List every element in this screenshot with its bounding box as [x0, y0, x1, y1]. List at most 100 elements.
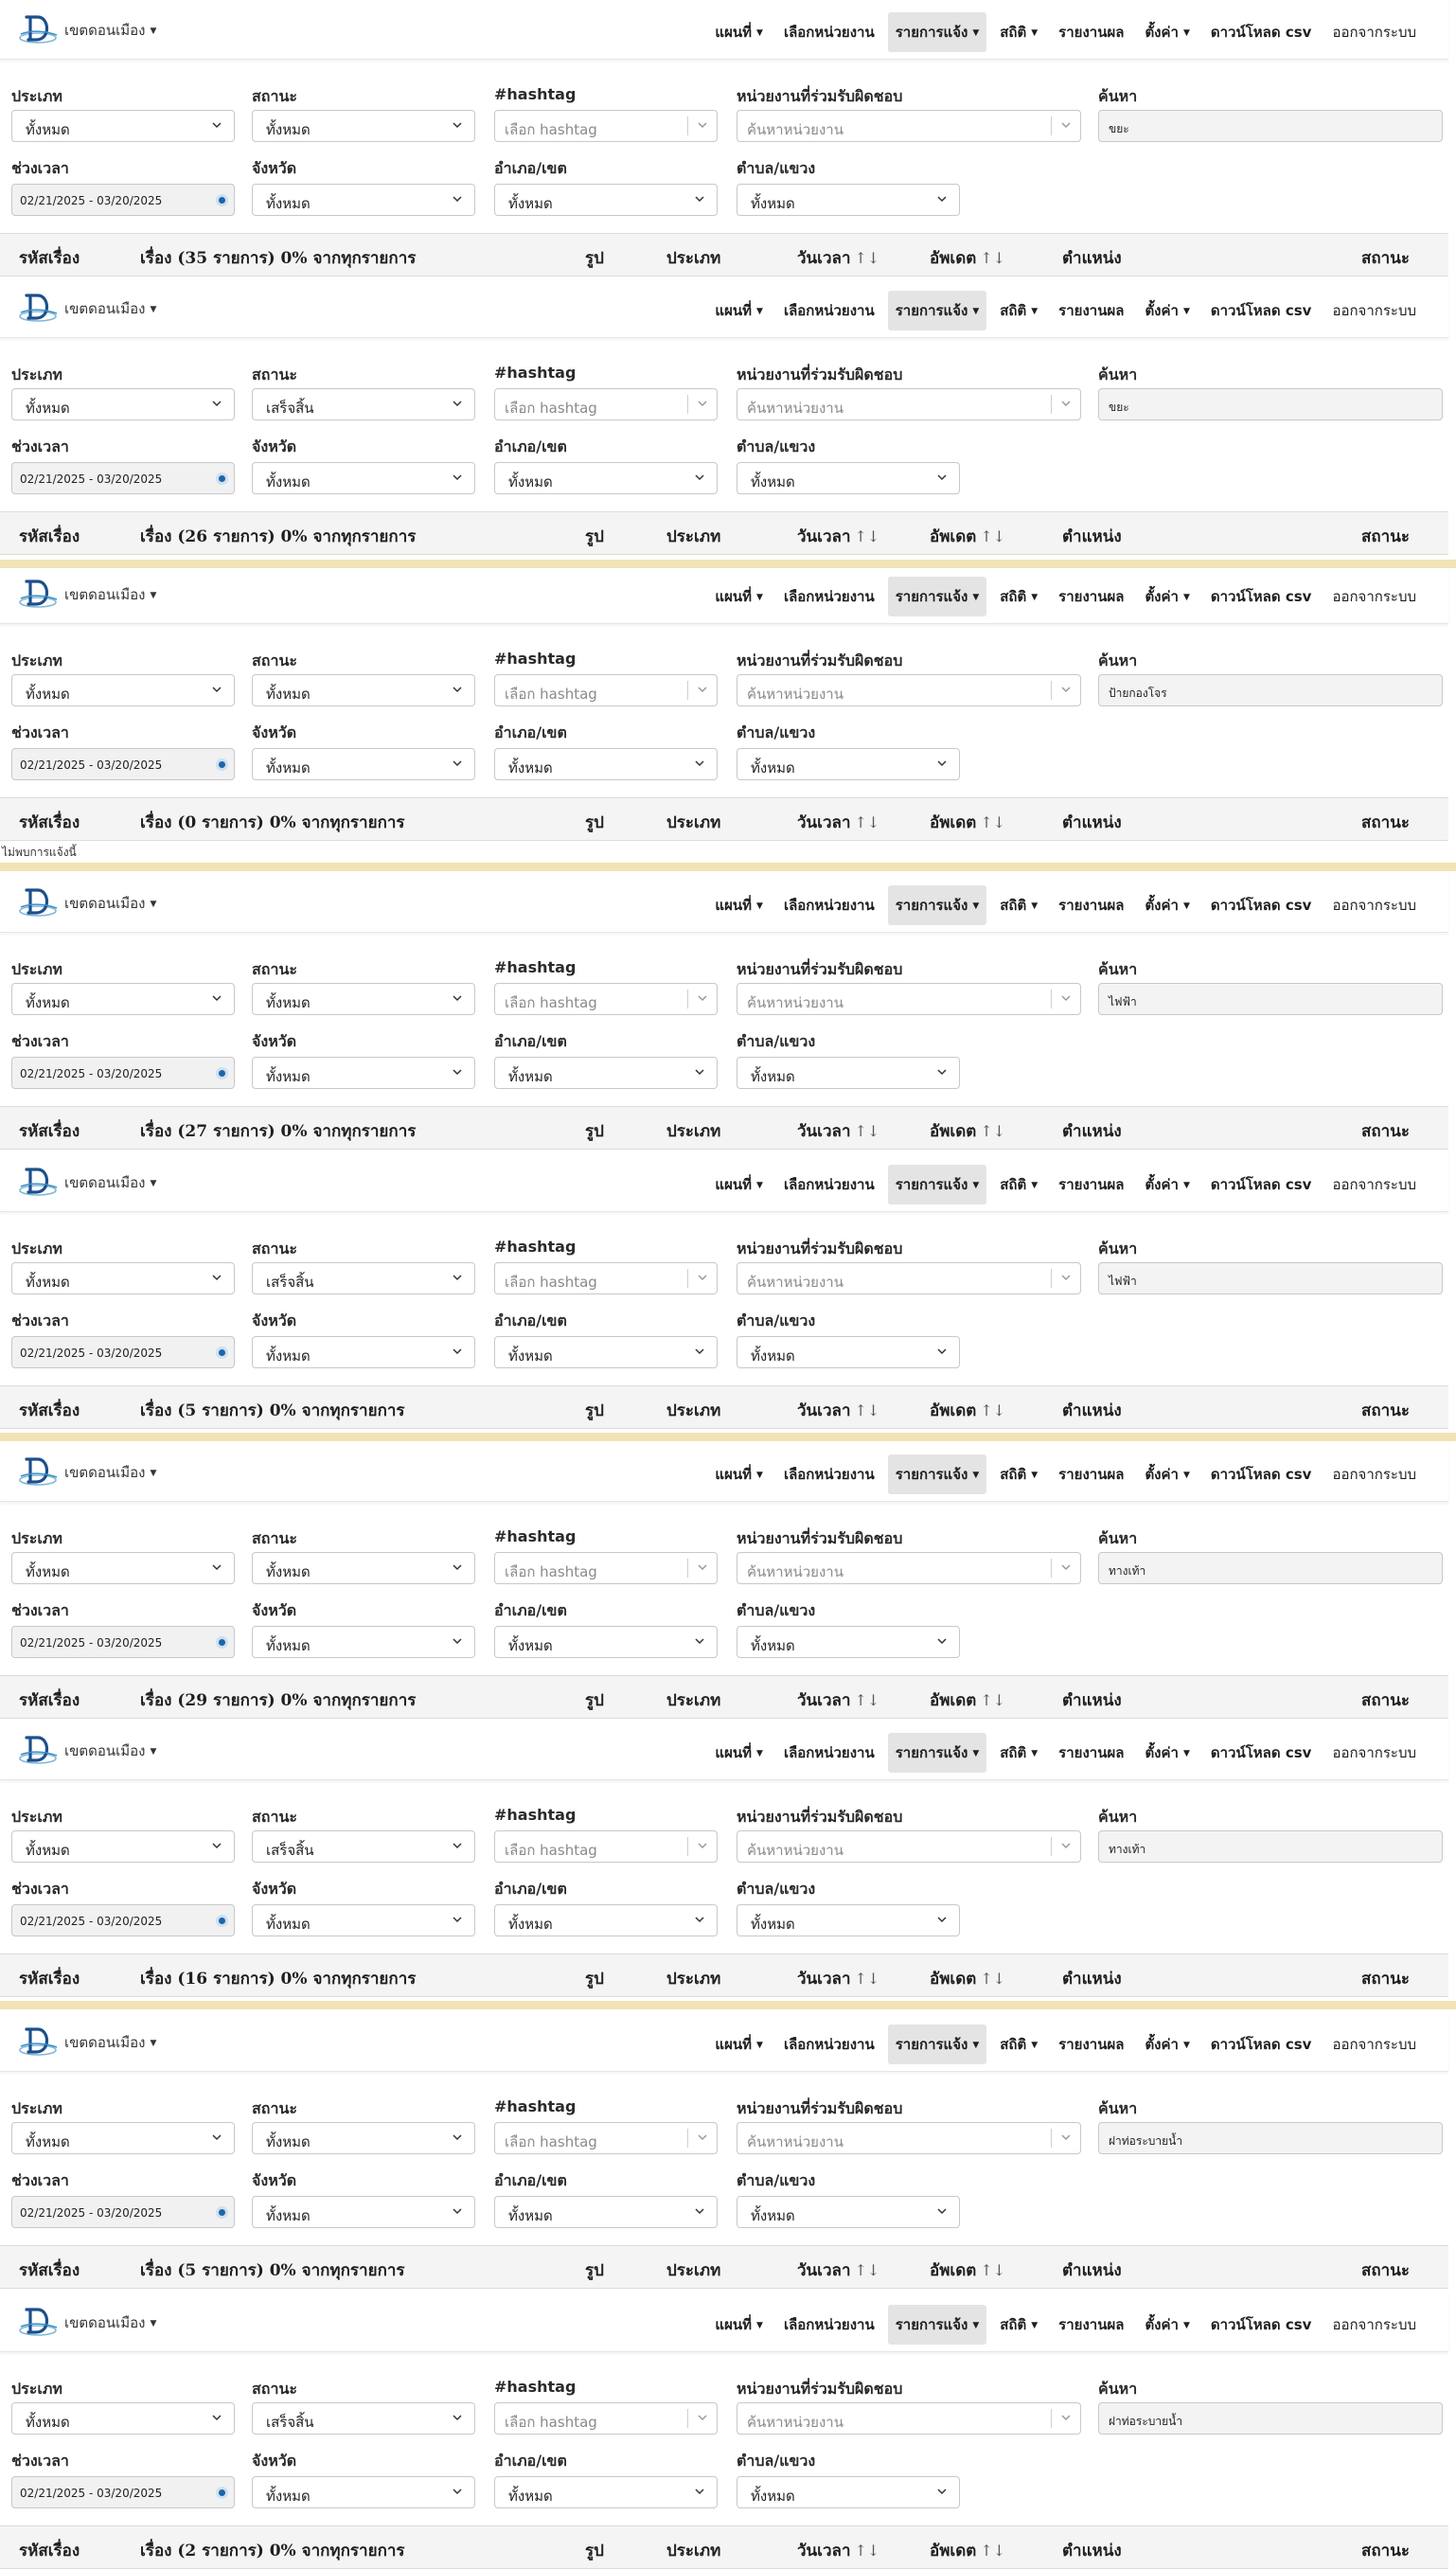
- unit-select[interactable]: ค้นหาหน่วยงาน: [737, 2402, 1081, 2435]
- search-input[interactable]: ฝาท่อระบายน้ำ: [1098, 2122, 1443, 2154]
- col-status[interactable]: สถานะ: [1361, 1118, 1410, 1144]
- district-select[interactable]: ทั้งหมด: [494, 1336, 718, 1368]
- date-range-picker[interactable]: 02/21/2025 - 03/20/2025: [11, 2196, 235, 2228]
- hashtag-select[interactable]: เลือก hashtag: [494, 110, 718, 142]
- type-select[interactable]: ทั้งหมด: [11, 388, 235, 420]
- sort-icon[interactable]: ↑↓: [855, 813, 880, 831]
- col-type[interactable]: ประเภท: [666, 2257, 720, 2283]
- unit-select[interactable]: ค้นหาหน่วยงาน: [737, 110, 1081, 142]
- type-select[interactable]: ทั้งหมด: [11, 2402, 235, 2435]
- col-type[interactable]: ประเภท: [666, 2538, 720, 2563]
- col-id[interactable]: รหัสเรื่อง: [19, 2257, 80, 2283]
- sort-icon[interactable]: ↑↓: [855, 1691, 880, 1709]
- col-position[interactable]: ตำแหน่ง: [1062, 1966, 1122, 1991]
- status-select[interactable]: ทั้งหมด: [252, 1552, 475, 1584]
- subdistrict-select[interactable]: ทั้งหมด: [737, 1626, 960, 1658]
- nav-settings[interactable]: ตั้งค่า ▼: [1137, 2025, 1197, 2064]
- col-updated[interactable]: อัพเดต ↑↓: [930, 2538, 1005, 2563]
- nav-settings[interactable]: ตั้งค่า ▼: [1137, 885, 1197, 925]
- nav-map[interactable]: แผนที่ ▼: [707, 12, 771, 52]
- col-status[interactable]: สถานะ: [1361, 1687, 1410, 1713]
- unit-select[interactable]: ค้นหาหน่วยงาน: [737, 983, 1081, 1015]
- province-select[interactable]: ทั้งหมด: [252, 2476, 475, 2508]
- date-range-picker[interactable]: 02/21/2025 - 03/20/2025: [11, 1057, 235, 1089]
- nav-map[interactable]: แผนที่ ▼: [707, 1733, 771, 1773]
- nav-report-results[interactable]: รายงานผล: [1051, 2305, 1131, 2345]
- col-updated[interactable]: อัพเดต ↑↓: [930, 1118, 1005, 1144]
- nav-stats[interactable]: สถิติ ▼: [992, 1454, 1045, 1494]
- nav-report-results[interactable]: รายงานผล: [1051, 577, 1131, 616]
- subdistrict-select[interactable]: ทั้งหมด: [737, 1336, 960, 1368]
- col-id[interactable]: รหัสเรื่อง: [19, 1118, 80, 1144]
- col-status[interactable]: สถานะ: [1361, 1966, 1410, 1991]
- subdistrict-select[interactable]: ทั้งหมด: [737, 462, 960, 494]
- nav-report-results[interactable]: รายงานผล: [1051, 12, 1131, 52]
- nav-logout[interactable]: ออกจากระบบ: [1324, 885, 1424, 925]
- nav-logout[interactable]: ออกจากระบบ: [1324, 577, 1424, 616]
- nav-stats[interactable]: สถิติ ▼: [992, 577, 1045, 616]
- nav-map[interactable]: แผนที่ ▼: [707, 1165, 771, 1204]
- sort-icon[interactable]: ↑↓: [855, 1122, 880, 1140]
- nav-settings[interactable]: ตั้งค่า ▼: [1137, 1454, 1197, 1494]
- district-select[interactable]: ทั้งหมด: [494, 748, 718, 780]
- search-input[interactable]: ฝาท่อระบายน้ำ: [1098, 2402, 1443, 2435]
- district-dropdown[interactable]: เขตดอนเมือง ▼: [64, 19, 156, 42]
- subdistrict-select[interactable]: ทั้งหมด: [737, 2196, 960, 2228]
- nav-select-unit[interactable]: เลือกหน่วยงาน: [776, 1454, 882, 1494]
- nav-download-csv[interactable]: ดาวน์โหลด csv: [1203, 2305, 1320, 2345]
- nav-map[interactable]: แผนที่ ▼: [707, 2305, 771, 2345]
- district-dropdown[interactable]: เขตดอนเมือง ▼: [64, 892, 156, 915]
- search-input[interactable]: ทางเท้า: [1098, 1552, 1443, 1584]
- subdistrict-select[interactable]: ทั้งหมด: [737, 184, 960, 216]
- province-select[interactable]: ทั้งหมด: [252, 1904, 475, 1936]
- district-select[interactable]: ทั้งหมด: [494, 2476, 718, 2508]
- col-id[interactable]: รหัสเรื่อง: [19, 1966, 80, 1991]
- nav-settings[interactable]: ตั้งค่า ▼: [1137, 2305, 1197, 2345]
- nav-reports[interactable]: รายการแจ้ง ▼: [887, 885, 987, 925]
- col-position[interactable]: ตำแหน่ง: [1062, 1118, 1122, 1144]
- nav-download-csv[interactable]: ดาวน์โหลด csv: [1203, 577, 1320, 616]
- district-dropdown[interactable]: เขตดอนเมือง ▼: [64, 297, 156, 320]
- calendar-icon[interactable]: [216, 1915, 228, 1927]
- district-dropdown[interactable]: เขตดอนเมือง ▼: [64, 583, 156, 606]
- hashtag-select[interactable]: เลือก hashtag: [494, 1552, 718, 1584]
- nav-logout[interactable]: ออกจากระบบ: [1324, 291, 1424, 330]
- col-position[interactable]: ตำแหน่ง: [1062, 1687, 1122, 1713]
- calendar-icon[interactable]: [216, 194, 228, 206]
- province-select[interactable]: ทั้งหมด: [252, 1626, 475, 1658]
- col-status[interactable]: สถานะ: [1361, 2538, 1410, 2563]
- nav-map[interactable]: แผนที่ ▼: [707, 577, 771, 616]
- col-datetime[interactable]: วันเวลา ↑↓: [797, 810, 879, 835]
- district-dropdown[interactable]: เขตดอนเมือง ▼: [64, 2031, 156, 2054]
- sort-icon[interactable]: ↑↓: [980, 1122, 1005, 1140]
- type-select[interactable]: ทั้งหมด: [11, 2122, 235, 2154]
- nav-download-csv[interactable]: ดาวน์โหลด csv: [1203, 2025, 1320, 2064]
- col-datetime[interactable]: วันเวลา ↑↓: [797, 1687, 879, 1713]
- nav-stats[interactable]: สถิติ ▼: [992, 291, 1045, 330]
- col-id[interactable]: รหัสเรื่อง: [19, 245, 80, 271]
- search-input[interactable]: ทางเท้า: [1098, 1830, 1443, 1863]
- nav-download-csv[interactable]: ดาวน์โหลด csv: [1203, 1733, 1320, 1773]
- calendar-icon[interactable]: [216, 758, 228, 771]
- col-updated[interactable]: อัพเดต ↑↓: [930, 1966, 1005, 1991]
- district-select[interactable]: ทั้งหมด: [494, 2196, 718, 2228]
- nav-logout[interactable]: ออกจากระบบ: [1324, 2025, 1424, 2064]
- sort-icon[interactable]: ↑↓: [980, 1401, 1005, 1419]
- col-updated[interactable]: อัพเดต ↑↓: [930, 1687, 1005, 1713]
- province-select[interactable]: ทั้งหมด: [252, 1057, 475, 1089]
- district-select[interactable]: ทั้งหมด: [494, 1904, 718, 1936]
- nav-map[interactable]: แผนที่ ▼: [707, 885, 771, 925]
- nav-settings[interactable]: ตั้งค่า ▼: [1137, 12, 1197, 52]
- sort-icon[interactable]: ↑↓: [855, 2542, 880, 2560]
- nav-report-results[interactable]: รายงานผล: [1051, 885, 1131, 925]
- search-input[interactable]: ขยะ: [1098, 110, 1443, 142]
- sort-icon[interactable]: ↑↓: [855, 1970, 880, 1988]
- nav-stats[interactable]: สถิติ ▼: [992, 1165, 1045, 1204]
- col-type[interactable]: ประเภท: [666, 1118, 720, 1144]
- col-datetime[interactable]: วันเวลา ↑↓: [797, 245, 879, 271]
- nav-settings[interactable]: ตั้งค่า ▼: [1137, 291, 1197, 330]
- unit-select[interactable]: ค้นหาหน่วยงาน: [737, 1830, 1081, 1863]
- nav-stats[interactable]: สถิติ ▼: [992, 12, 1045, 52]
- status-select[interactable]: เสร็จสิ้น: [252, 1262, 475, 1294]
- sort-icon[interactable]: ↑↓: [980, 249, 1005, 267]
